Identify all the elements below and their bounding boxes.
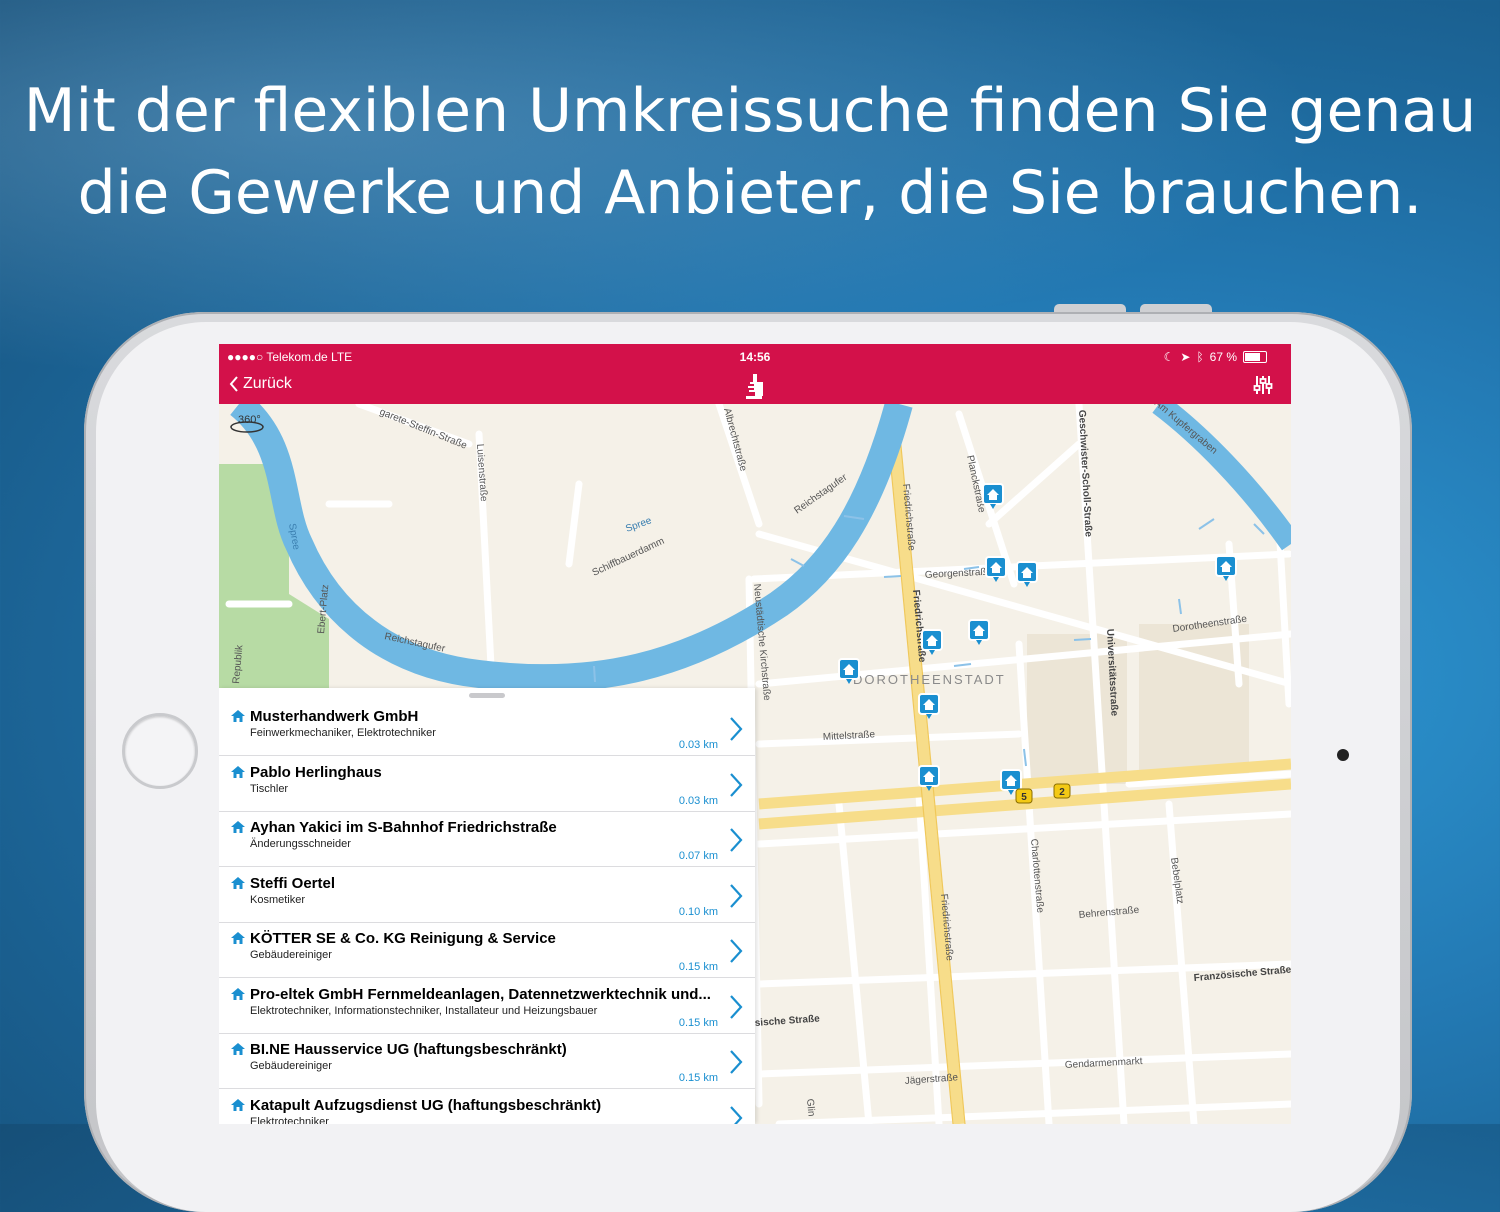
chevron-right-icon — [730, 883, 743, 908]
list-item-distance: 0.03 km — [678, 794, 718, 807]
list-item-subtitle: Feinwerkmechaniker, Elektrotechniker — [250, 727, 436, 739]
house-icon — [231, 876, 245, 889]
house-icon — [231, 932, 245, 944]
list-item[interactable]: Steffi Oertel Kosmetiker 0.10 km — [219, 867, 755, 923]
chevron-right-icon — [730, 717, 743, 741]
house-icon — [231, 710, 245, 722]
status-time: 14:56 — [739, 350, 771, 364]
list-item-subtitle: Kosmetiker — [250, 893, 306, 906]
list-item-title: Pablo Herlinghaus — [250, 763, 382, 781]
list-item-title: Katapult Aufzugsdienst UG (haftungsbesch… — [250, 1096, 602, 1114]
chevron-right-icon — [730, 994, 743, 1019]
list-item-subtitle: Elektrotechniker — [250, 1115, 329, 1125]
battery-icon — [1243, 351, 1267, 363]
list-item[interactable]: BI.NE Hausservice UG (haftungsbeschränkt… — [219, 1033, 755, 1089]
label-glin: Glin — [804, 1098, 817, 1117]
label-dorotheenstadt: DOROTHEENSTADT — [853, 672, 1006, 687]
list-item-title: Ayhan Yakici im S-Bahnhof Friedrichstraß… — [250, 819, 557, 836]
back-button[interactable]: Zurück — [229, 375, 292, 393]
transit-badge-2: 2 — [1059, 787, 1065, 798]
list-item[interactable]: Katapult Aufzugsdienst UG (haftungsbesch… — [219, 1089, 755, 1125]
location-icon: ➤ — [1180, 350, 1191, 364]
app-screen: Spree Spree Luisenstraße Schiffbauerdamm… — [219, 344, 1291, 1124]
list-item-subtitle: Elektrotechniker, Informationstechniker,… — [250, 1004, 598, 1017]
moon-icon: ☾ — [1163, 350, 1175, 364]
home-button[interactable] — [122, 713, 198, 789]
360-label: 360° — [238, 414, 261, 426]
list-item[interactable]: Pablo Herlinghaus Tischler 0.03 km — [219, 756, 755, 812]
house-icon — [231, 821, 245, 833]
list-item-distance: 0.10 km — [678, 905, 718, 918]
transit-badge-5: 5 — [1021, 792, 1027, 803]
chevron-right-icon — [730, 772, 743, 797]
list-item-subtitle: Gebäudereiniger — [250, 1060, 332, 1072]
list-item-distance: 0.15 km — [678, 1072, 718, 1084]
chevron-right-icon — [730, 939, 743, 963]
thumbs-up-hand-icon[interactable] — [743, 372, 767, 400]
house-icon — [231, 1098, 245, 1111]
front-camera — [1337, 749, 1349, 761]
headline-line-1: Mit der flexiblen Umkreissuche finden Si… — [23, 76, 1477, 146]
list-item[interactable]: Pro-eltek GmbH Fernmeldeanlagen, Datenne… — [219, 978, 755, 1034]
status-right: ☾ ➤ ᛒ 67 % — [1164, 350, 1267, 364]
bluetooth-icon: ᛒ — [1196, 350, 1204, 364]
list-item-subtitle: Gebäudereiniger — [250, 949, 332, 961]
chevron-left-icon — [229, 376, 238, 392]
back-label: Zurück — [243, 375, 292, 392]
list-item-subtitle: Änderungsschneider — [250, 838, 351, 850]
list-item-title: Pro-eltek GmbH Fernmeldeanlagen, Datenne… — [250, 985, 711, 1003]
list-item-title: KÖTTER SE & Co. KG Reinigung & Service — [250, 930, 556, 947]
navigation-bar: ●●●●○ Telekom.de LTE 14:56 ☾ ➤ ᛒ 67 % Zu… — [219, 344, 1291, 404]
list-item[interactable]: Ayhan Yakici im S-Bahnhof Friedrichstraß… — [219, 811, 755, 867]
list-item-distance: 0.03 km — [678, 739, 718, 751]
list-item[interactable]: Musterhandwerk GmbH Feinwerkmechaniker, E… — [219, 700, 755, 756]
battery-percent: 67 % — [1209, 350, 1237, 364]
360-view-button[interactable]: 360° — [229, 414, 265, 437]
list-item-title: Musterhandwerk GmbH — [250, 708, 419, 725]
chevron-right-icon — [730, 828, 743, 852]
chevron-right-icon — [730, 1105, 743, 1124]
results-list-sheet: Musterhandwerk GmbH Feinwerkmechaniker, E… — [219, 688, 755, 1124]
headline-line-2: die Gewerke und Anbieter, die Sie brauch… — [77, 158, 1423, 228]
list-item-title: Steffi Oertel — [250, 874, 336, 892]
chevron-right-icon — [730, 1050, 743, 1074]
list-item-subtitle: Tischler — [250, 782, 289, 795]
list-item[interactable]: KÖTTER SE & Co. KG Reinigung & Service Ge… — [219, 922, 755, 978]
list-item-distance: 0.15 km — [678, 1016, 718, 1029]
sliders-icon[interactable] — [1253, 375, 1273, 395]
list-item-title: BI.NE Hausservice UG (haftungsbeschränkt… — [250, 1041, 567, 1058]
list-item-distance: 0.07 km — [678, 850, 718, 862]
marketing-headline: Mit der flexiblen Umkreissuche finden Si… — [0, 70, 1500, 234]
house-icon — [231, 1043, 245, 1055]
house-icon — [231, 765, 245, 778]
house-icon — [231, 987, 245, 1000]
sheet-grab-handle[interactable] — [469, 693, 505, 698]
list-item-distance: 0.15 km — [678, 961, 718, 973]
